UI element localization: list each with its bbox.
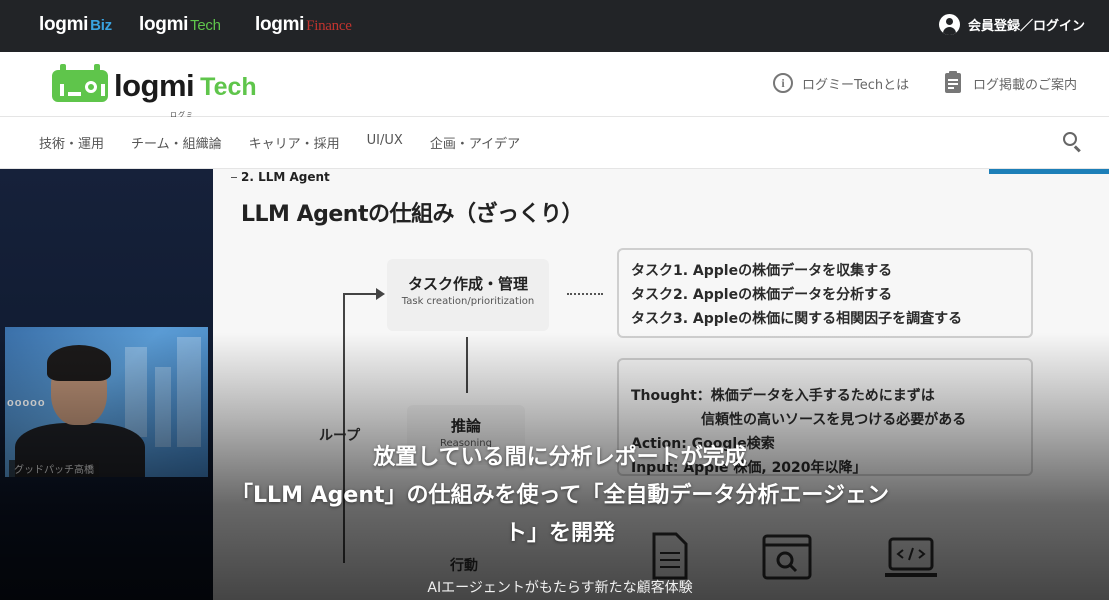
reasoning-line: Thought：株価データを入手するためにまずは <box>631 388 935 404</box>
logo-sub: Biz <box>90 17 112 34</box>
brand-name-text: logmi <box>114 68 195 103</box>
task-line: タスク2. Appleの株価データを分析する <box>631 287 893 303</box>
guide-label: ログ掲載のご案内 <box>973 77 1078 93</box>
speaker-hair <box>47 345 111 381</box>
action-label: 行動 <box>450 558 478 574</box>
info-icon: i <box>773 73 793 93</box>
logo-name: logmi <box>139 14 189 35</box>
reasoning-node-title: 推論 <box>450 417 481 435</box>
article-title-line: 放置している間に分析レポートが完成 <box>373 445 747 470</box>
nav-item-career[interactable]: キャリア・採用 <box>249 133 340 152</box>
slide-title: LLM Agentの仕組み（ざっくり） <box>241 202 583 227</box>
reasoning-line: 信頼性の高いソースを見つける必要がある <box>631 412 967 428</box>
loop-arrowhead <box>376 288 385 300</box>
speaker-webcam: ooooo グッドパッチ高橋 <box>5 327 208 477</box>
site-switcher-bar: logmi Biz logmi Tech logmi Finance 会員登録／ログイ… <box>0 0 1109 52</box>
nav-item-planning[interactable]: 企画・アイデア <box>430 133 520 152</box>
logmi-biz-logo-link[interactable]: logmi Biz <box>39 14 112 36</box>
category-nav: 技術・運用 チーム・組織論 キャリア・採用 UI/UX 企画・アイデア <box>0 117 1109 169</box>
robot-logo-icon <box>52 64 108 102</box>
account-circle-icon <box>938 14 960 35</box>
logmi-tech-logo-link[interactable]: logmi Tech <box>139 14 221 36</box>
task-line: タスク3. Appleの株価に関する相関因子を調査する <box>631 311 963 327</box>
login-button[interactable]: 会員登録／ログイン <box>938 14 1085 35</box>
nav-item-uiux[interactable]: UI/UX <box>367 133 403 152</box>
login-label: 会員登録／ログイン <box>967 19 1085 34</box>
nav-item-team[interactable]: チーム・組織論 <box>131 133 222 152</box>
guide-link[interactable]: ログ掲載のご案内 <box>945 71 1078 93</box>
brand-name: logmi ログミー <box>114 68 195 152</box>
logmi-finance-logo-link[interactable]: logmi Finance <box>255 14 352 36</box>
category-list: 技術・運用 チーム・組織論 キャリア・採用 UI/UX 企画・アイデア <box>39 133 547 152</box>
dotted-connector <box>567 293 603 295</box>
site-header: logmi ログミー Tech i ログミーTechとは ログ掲載のご案内 <box>0 52 1109 152</box>
cam-company-logo: ooooo <box>7 397 46 409</box>
logo-sub: Tech <box>190 17 221 34</box>
nav-item-tech-ops[interactable]: 技術・運用 <box>39 133 104 152</box>
article-title-line: 「LLM Agent」の仕組みを使って「全自動データ分析エージェン <box>231 483 889 508</box>
search-icon[interactable] <box>1063 132 1081 153</box>
task-node: タスク作成・管理 Task creation/prioritization <box>387 259 549 331</box>
article-hero[interactable]: 2. LLM Agent LLM Agentの仕組み（ざっくり） タスク作成・管… <box>0 169 1109 600</box>
task-list-box: タスク1. Appleの株価データを収集する タスク2. Appleの株価データ… <box>617 248 1033 338</box>
logo-name: logmi <box>39 14 89 35</box>
slide-accent <box>989 169 1109 174</box>
task-node-title: タスク作成・管理 <box>407 275 528 293</box>
flow-line <box>466 337 468 393</box>
slide-section: 2. LLM Agent <box>231 170 330 184</box>
about-link[interactable]: i ログミーTechとは <box>773 73 909 93</box>
task-node-subtitle: Task creation/prioritization <box>401 296 535 307</box>
logmi-tech-home-link[interactable]: logmi ログミー Tech <box>52 64 257 152</box>
article-subtitle: AIエージェントがもたらす新たな顧客体験 <box>427 580 693 596</box>
brand-suffix: Tech <box>200 73 257 101</box>
article-title: 放置している間に分析レポートが完成 「LLM Agent」の仕組みを使って「全自… <box>190 439 930 553</box>
loop-line-top <box>343 293 377 295</box>
about-label: ログミーTechとは <box>802 77 910 93</box>
logo-sub: Finance <box>306 18 352 34</box>
speaker-name-tag: グッドパッチ高橋 <box>9 460 99 477</box>
task-line: タスク1. Appleの株価データを収集する <box>631 263 893 279</box>
logo-name: logmi <box>255 14 305 35</box>
clipboard-icon <box>945 71 961 93</box>
article-title-line: ト」を開発 <box>504 521 615 546</box>
